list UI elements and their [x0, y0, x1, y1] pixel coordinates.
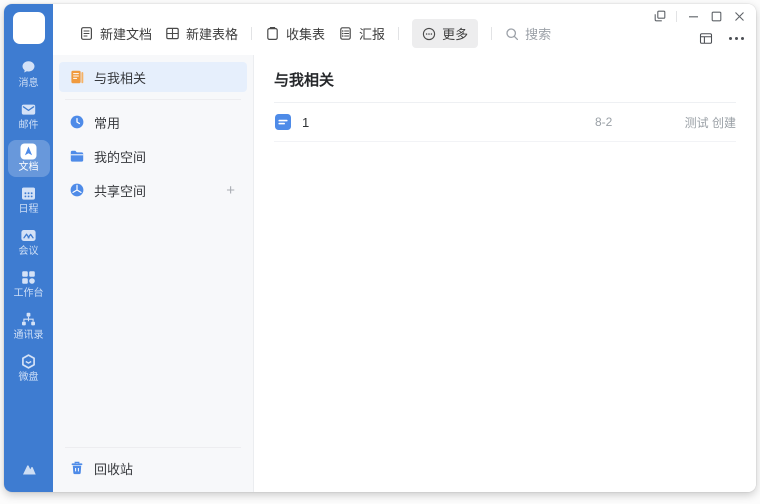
clock-icon — [69, 114, 85, 130]
shared-space-icon — [69, 182, 85, 198]
toolbar-button-label: 汇报 — [359, 27, 386, 42]
report-button[interactable]: 汇报 — [338, 24, 385, 43]
rail-items: 消息 邮件 文档 日程 会议 工作台 通讯录 微盘 — [7, 56, 50, 387]
meeting-icon — [20, 227, 37, 244]
rail-item-label: 日程 — [18, 204, 39, 215]
rail-item-label: 消息 — [18, 78, 39, 89]
divider — [65, 447, 241, 448]
new-doc-button[interactable]: 新建文档 — [79, 24, 152, 43]
minimize-icon[interactable] — [686, 9, 700, 23]
rail-item-drive[interactable]: 微盘 — [8, 350, 50, 387]
page-title: 与我相关 — [274, 55, 736, 103]
sidebar-item-recycle-bin[interactable]: 回收站 — [59, 453, 247, 483]
collect-form-icon — [265, 26, 280, 41]
divider — [251, 27, 253, 40]
layout-toggle-icon[interactable] — [699, 31, 713, 45]
doc-title: 1 — [302, 114, 310, 130]
logo-mark-icon[interactable] — [19, 460, 39, 478]
rail-item-meeting[interactable]: 会议 — [8, 224, 50, 261]
rail-item-label: 工作台 — [13, 288, 44, 299]
toolbar-button-label: 更多 — [442, 27, 469, 42]
trash-icon — [69, 460, 85, 476]
sidebar-item-frequent[interactable]: 常用 — [59, 107, 247, 137]
divider — [398, 27, 400, 40]
rail-item-label: 文档 — [18, 162, 39, 173]
body: 与我相关 常用 我的空间 共享空间 + 回收站 与我相关 1 8-2 测试 创建 — [53, 55, 756, 492]
new-sheet-icon — [165, 26, 180, 41]
window-controls — [653, 9, 746, 23]
rail-item-mail[interactable]: 邮件 — [8, 98, 50, 135]
report-icon — [338, 26, 353, 41]
main-panel: 与我相关 1 8-2 测试 创建 — [254, 55, 756, 492]
rail-item-contacts[interactable]: 通讯录 — [8, 308, 50, 345]
app-window: 消息 邮件 文档 日程 会议 工作台 通讯录 微盘 新建文档 新建表格 收集表 … — [4, 4, 756, 492]
app-logo — [12, 12, 45, 44]
drive-icon — [20, 353, 37, 370]
primary-nav-rail: 消息 邮件 文档 日程 会议 工作台 通讯录 微盘 — [4, 4, 53, 492]
related-doc-icon — [69, 69, 85, 85]
topbar: 新建文档 新建表格 收集表 汇报 更多 搜索 — [53, 4, 756, 55]
toolbar-button-label: 新建表格 — [186, 27, 239, 42]
new-sheet-button[interactable]: 新建表格 — [165, 24, 238, 43]
rail-item-label: 通讯录 — [13, 330, 44, 341]
doc-creator: 测试 创建 — [684, 115, 736, 130]
more-circle-icon — [422, 27, 436, 41]
toolbar: 新建文档 新建表格 收集表 汇报 更多 搜索 — [79, 19, 551, 48]
docs-sidebar: 与我相关 常用 我的空间 共享空间 + 回收站 — [53, 55, 254, 492]
more-options-icon[interactable] — [729, 36, 744, 40]
sidebar-item-label: 我的空间 — [94, 149, 147, 165]
rail-item-label: 会议 — [18, 246, 39, 257]
rail-item-docs[interactable]: 文档 — [7, 140, 50, 177]
more-button[interactable]: 更多 — [412, 19, 479, 48]
sidebar-item-label: 共享空间 — [94, 183, 147, 199]
doc-file-icon — [274, 113, 292, 131]
doc-list-row[interactable]: 1 8-2 测试 创建 — [274, 103, 736, 142]
new-doc-icon — [79, 26, 94, 41]
doc-date: 8-2 — [595, 115, 613, 129]
sidebar-item-my-space[interactable]: 我的空间 — [59, 141, 247, 171]
chat-icon — [20, 59, 37, 76]
sidebar-item-related[interactable]: 与我相关 — [59, 62, 247, 92]
contacts-icon — [20, 311, 37, 328]
sidebar-item-label: 常用 — [94, 115, 121, 131]
content-column: 新建文档 新建表格 收集表 汇报 更多 搜索 与我相关 常用 我的空间 共享空间… — [53, 4, 756, 492]
folder-icon — [69, 148, 85, 164]
divider — [491, 27, 493, 40]
screen: 消息 邮件 文档 日程 会议 工作台 通讯录 微盘 新建文档 新建表格 收集表 … — [0, 0, 760, 504]
toolbar-button-label: 收集表 — [286, 27, 326, 42]
rail-item-label: 邮件 — [18, 120, 39, 131]
add-shared-space-button[interactable]: + — [224, 183, 237, 198]
docs-icon — [20, 143, 37, 160]
maximize-icon[interactable] — [709, 9, 723, 23]
calendar-icon — [20, 185, 37, 202]
search-icon — [505, 27, 519, 41]
search-input[interactable]: 搜索 — [505, 24, 551, 43]
toolbar-button-label: 新建文档 — [100, 27, 153, 42]
rail-item-messages[interactable]: 消息 — [8, 56, 50, 93]
sidebar-item-label: 与我相关 — [94, 70, 147, 86]
sidebar-item-shared-space[interactable]: 共享空间 + — [59, 175, 247, 205]
divider — [676, 10, 677, 22]
sidebar-item-label: 回收站 — [94, 461, 134, 477]
workbench-icon — [20, 269, 37, 286]
mail-icon — [20, 101, 37, 118]
search-placeholder: 搜索 — [525, 27, 552, 42]
divider — [65, 99, 241, 100]
close-icon[interactable] — [732, 9, 746, 23]
sidebar-bottom: 回收站 — [53, 442, 253, 485]
rail-item-workbench[interactable]: 工作台 — [8, 266, 50, 303]
rail-item-calendar[interactable]: 日程 — [8, 182, 50, 219]
collect-form-button[interactable]: 收集表 — [265, 24, 325, 43]
secondary-controls — [699, 31, 744, 45]
rail-item-label: 微盘 — [18, 372, 39, 383]
popout-icon[interactable] — [653, 9, 667, 23]
